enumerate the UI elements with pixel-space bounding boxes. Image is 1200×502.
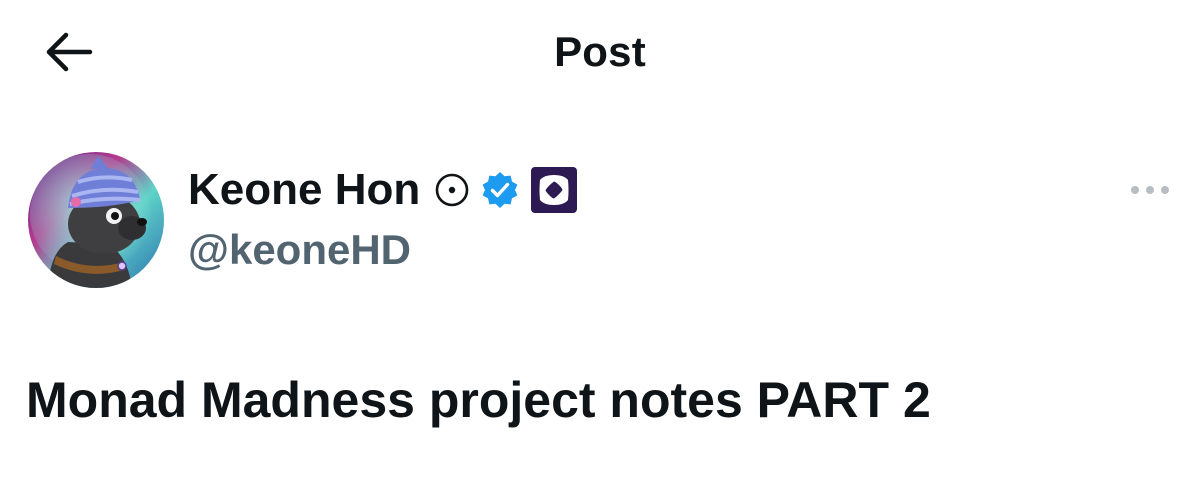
automated-circle-icon[interactable] bbox=[434, 172, 470, 208]
author-handle[interactable]: @keoneHD bbox=[188, 224, 411, 276]
post-text: Monad Madness project notes PART 2 bbox=[26, 372, 931, 428]
avatar[interactable] bbox=[28, 152, 164, 288]
verified-check-icon[interactable] bbox=[480, 170, 520, 210]
more-horizontal-icon bbox=[1131, 186, 1169, 194]
top-bar: Post bbox=[0, 0, 1200, 110]
more-button[interactable] bbox=[1122, 170, 1178, 210]
author-name-row: Keone Hon bbox=[188, 162, 578, 218]
page-title: Post bbox=[554, 28, 646, 75]
affiliate-logo-icon[interactable] bbox=[530, 166, 578, 214]
author-name[interactable]: Keone Hon bbox=[188, 162, 420, 218]
